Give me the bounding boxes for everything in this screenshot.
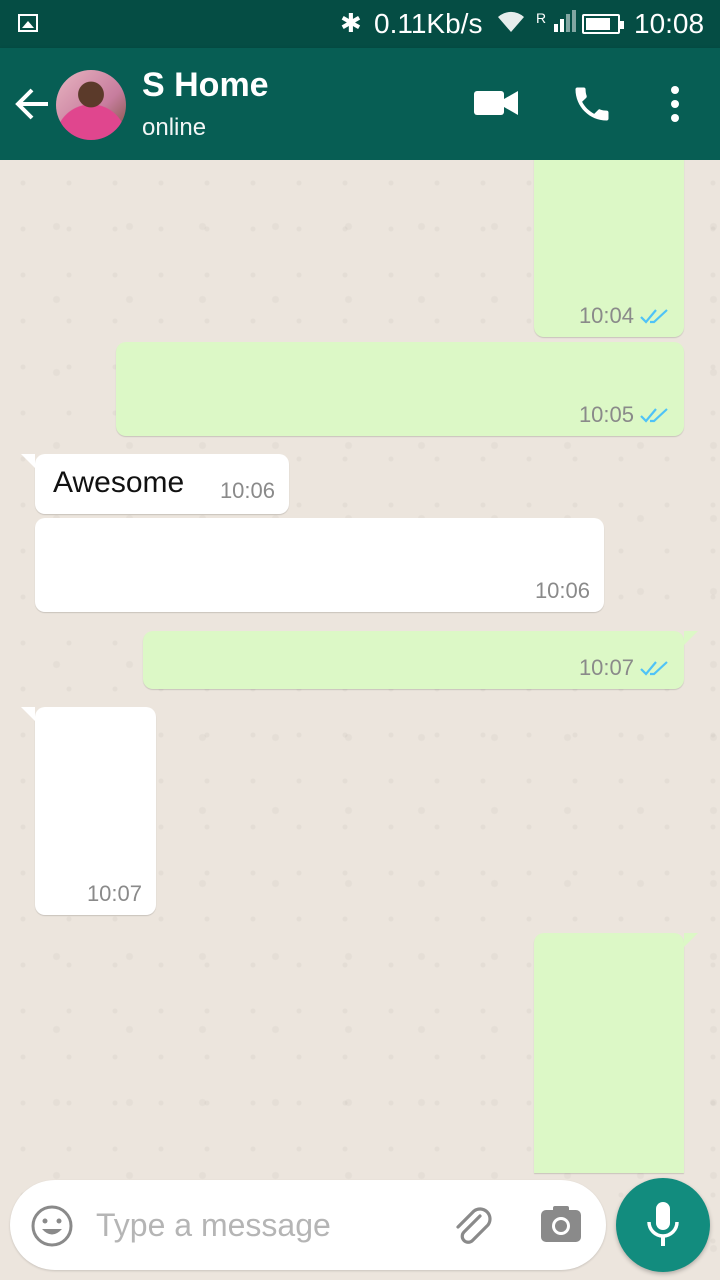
contact-status: online [142, 114, 207, 141]
message-bubble-incoming[interactable]: Awesome 10:06 [21, 454, 289, 514]
message-meta: 10:05 [579, 402, 670, 428]
message-text: Awesome [53, 466, 185, 499]
chat-header: S Home online [0, 48, 720, 160]
message-bubble-incoming[interactable]: 10:07 [21, 707, 156, 915]
phone-icon[interactable] [570, 82, 614, 126]
message-time: 10:06 [219, 478, 275, 503]
avatar[interactable] [56, 70, 126, 140]
message-meta: 10:06 [220, 478, 275, 504]
mic-button[interactable] [616, 1178, 710, 1272]
message-time: 10:07 [578, 655, 634, 680]
message-input[interactable] [96, 1200, 436, 1250]
read-ticks-icon [640, 661, 668, 676]
message-meta: 10:06 [535, 578, 590, 604]
message-time: 10:07 [86, 881, 142, 906]
message-meta: 10:04 [579, 303, 670, 329]
contact-name[interactable]: S Home [142, 66, 269, 105]
wifi-icon [496, 8, 526, 41]
more-vert-icon[interactable] [660, 82, 690, 126]
message-bubble-incoming[interactable]: 10:06 [35, 518, 604, 612]
video-call-icon[interactable] [474, 88, 518, 118]
message-time: 10:04 [578, 303, 634, 328]
emoji-icon[interactable] [30, 1204, 74, 1248]
signal-roaming-label: R [536, 10, 547, 26]
attach-icon[interactable] [450, 1202, 496, 1248]
read-ticks-icon [640, 309, 668, 324]
message-meta: 10:07 [87, 881, 142, 907]
signal-icon: R [536, 10, 577, 32]
read-ticks-icon [640, 408, 668, 423]
message-bubble-outgoing[interactable] [534, 933, 698, 1173]
battery-icon [582, 14, 624, 34]
message-bubble-outgoing[interactable]: 10:04 [534, 160, 684, 337]
back-arrow-icon[interactable] [14, 84, 52, 124]
message-time: 10:06 [534, 578, 590, 603]
network-speed: 0.11Kb/s [374, 8, 483, 39]
clock: 10:08 [634, 8, 705, 39]
camera-icon[interactable] [538, 1202, 584, 1248]
mic-icon [647, 1202, 679, 1246]
status-bar: ✱ 0.11Kb/s R 10:08 [0, 0, 720, 48]
message-bubble-outgoing[interactable]: 10:05 [116, 342, 684, 436]
message-meta: 10:07 [579, 655, 670, 681]
gallery-icon [18, 14, 38, 32]
bluetooth-icon: ✱ [340, 8, 362, 38]
message-bubble-outgoing[interactable]: 10:07 [143, 631, 698, 689]
message-composer [10, 1180, 606, 1270]
message-time: 10:05 [578, 402, 634, 427]
chat-area[interactable]: 10:04 10:05 Awesome 10:06 10:06 10:07 10… [0, 160, 720, 1280]
